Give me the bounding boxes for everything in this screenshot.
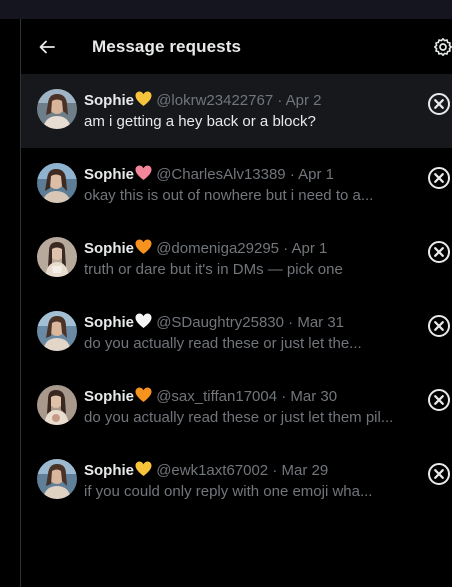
separator-dot: · [281,388,287,405]
list-item[interactable]: Sophie @SDaughtry25830 · Mar 31 do you a… [21,296,452,370]
sender-name: Sophie [84,166,135,183]
page-title: Message requests [92,37,242,56]
close-circle-icon [428,93,450,115]
message-date: Apr 2 [285,92,322,109]
sender-handle: @SDaughtry25830 [156,314,284,331]
list-item[interactable]: Sophie @ewk1axt67002 · Mar 29 if you cou… [21,444,452,518]
sender-name: Sophie [84,388,135,405]
orange-heart-icon [135,387,152,408]
avatar[interactable] [37,459,77,499]
message-preview: truth or dare but it's in DMs — pick one [84,261,343,278]
sender-name: Sophie [84,314,135,331]
message-date: Mar 31 [297,314,345,331]
message-requests-panel: Message requests Sophie @lokrw23422767 ·… [21,19,452,587]
sender-line: Sophie @domeniga29295 · Apr 1 [84,239,327,260]
left-sidebar-rail [0,19,21,587]
back-button[interactable] [36,36,58,58]
sender-name: Sophie [84,240,135,257]
sender-handle: @CharlesAlv13389 [156,166,286,183]
close-circle-icon [428,389,450,411]
close-circle-icon [428,463,450,485]
separator-dot: · [272,462,278,479]
sender-name: Sophie [84,92,135,109]
orange-heart-icon [135,239,152,260]
sender-handle: @lokrw23422767 [156,92,274,109]
message-preview: do you actually read these or just let t… [84,409,394,426]
sender-name: Sophie [84,462,135,479]
message-preview: if you could only reply with one emoji w… [84,483,373,500]
arrow-left-icon [39,40,55,54]
dismiss-request-button[interactable] [427,92,451,116]
sender-line: Sophie @ewk1axt67002 · Mar 29 [84,461,328,482]
yellow-heart-icon [135,91,152,112]
avatar[interactable] [37,163,77,203]
window-top-bar [0,0,452,19]
list-item[interactable]: Sophie @lokrw23422767 · Apr 2 am i getti… [21,74,452,148]
avatar[interactable] [37,237,77,277]
message-date: Mar 29 [281,462,329,479]
settings-button[interactable] [433,37,452,57]
message-preview: am i getting a hey back or a block? [84,113,316,130]
avatar[interactable] [37,311,77,351]
sender-line: Sophie @SDaughtry25830 · Mar 31 [84,313,344,334]
requests-list: Sophie @lokrw23422767 · Apr 2 am i getti… [21,74,452,518]
pink-heart-icon [135,165,152,186]
yellow-heart-icon [135,461,152,482]
message-date: Mar 30 [290,388,338,405]
message-date: Apr 1 [298,166,335,183]
sender-handle: @domeniga29295 [156,240,280,257]
sender-handle: @ewk1axt67002 [156,462,269,479]
message-preview: do you actually read these or just let t… [84,335,362,352]
separator-dot: · [289,166,295,183]
dismiss-request-button[interactable] [427,240,451,264]
white-heart-icon [135,313,152,334]
dismiss-request-button[interactable] [427,388,451,412]
avatar[interactable] [37,89,77,129]
dismiss-request-button[interactable] [427,166,451,190]
list-item[interactable]: Sophie @domeniga29295 · Apr 1 truth or d… [21,222,452,296]
message-preview: okay this is out of nowhere but i need t… [84,187,374,204]
message-date: Apr 1 [291,240,328,257]
list-item[interactable]: Sophie @sax_tiffan17004 · Mar 30 do you … [21,370,452,444]
list-item[interactable]: Sophie @CharlesAlv13389 · Apr 1 okay thi… [21,148,452,222]
separator-dot: · [277,92,283,109]
dismiss-request-button[interactable] [427,462,451,486]
gear-icon [434,38,452,56]
sender-line: Sophie @lokrw23422767 · Apr 2 [84,91,322,112]
close-circle-icon [428,241,450,263]
panel-header: Message requests [21,19,452,74]
sender-line: Sophie @CharlesAlv13389 · Apr 1 [84,165,334,186]
close-circle-icon [428,167,450,189]
sender-line: Sophie @sax_tiffan17004 · Mar 30 [84,387,337,408]
close-circle-icon [428,315,450,337]
avatar[interactable] [37,385,77,425]
sender-handle: @sax_tiffan17004 [156,388,278,405]
dismiss-request-button[interactable] [427,314,451,338]
separator-dot: · [288,314,294,331]
separator-dot: · [283,240,289,257]
